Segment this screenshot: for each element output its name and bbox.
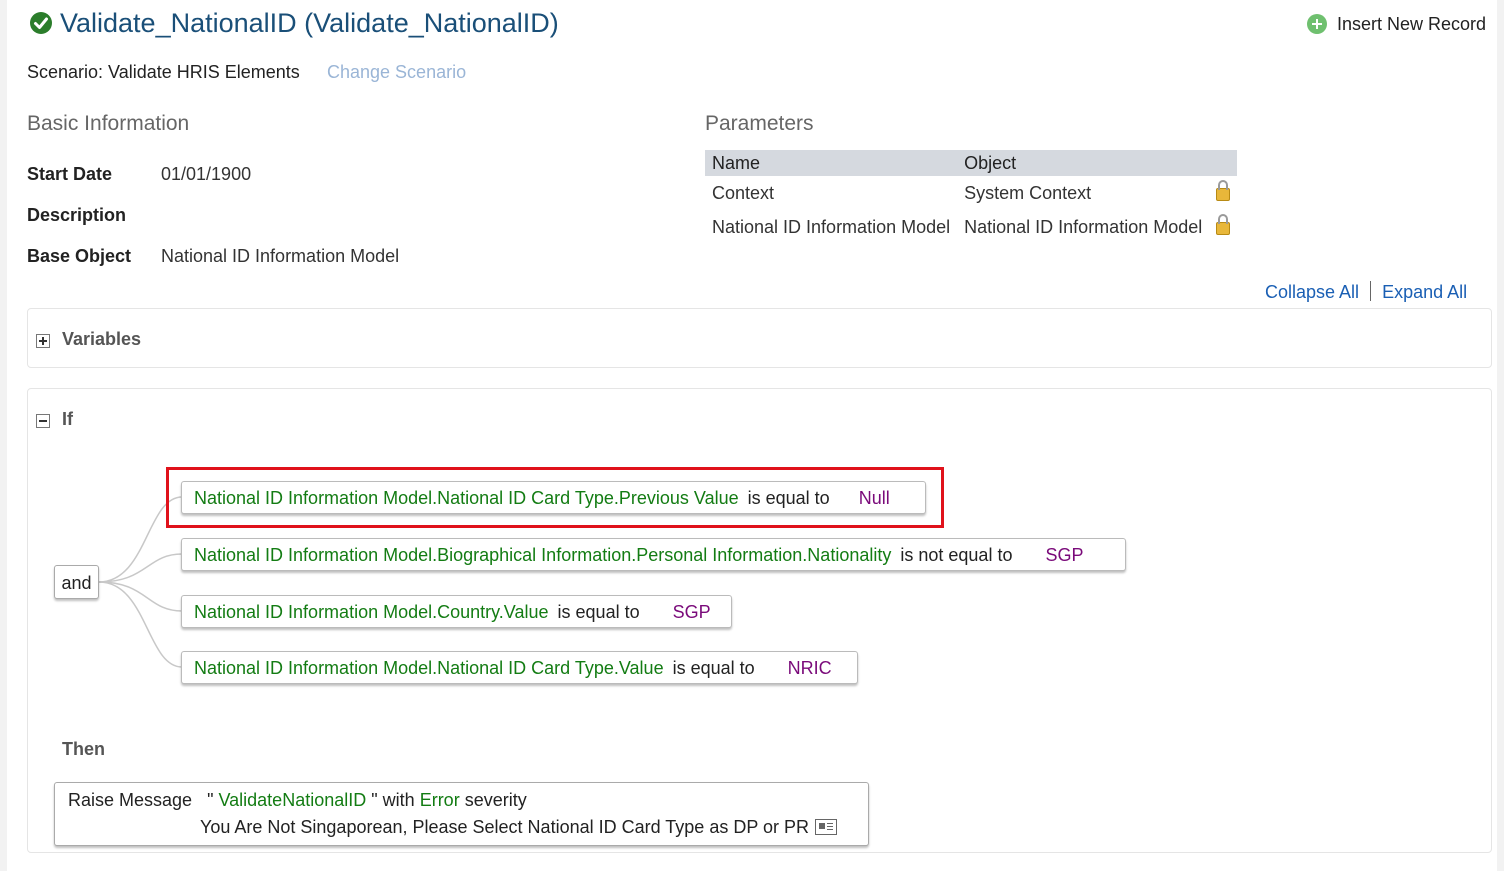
then-title: Then xyxy=(62,739,105,759)
quote-open: " xyxy=(207,790,214,810)
condition-row[interactable]: National ID Information Model.Country.Va… xyxy=(181,595,732,628)
condition-operator[interactable]: is equal to xyxy=(673,658,755,678)
highlight-box xyxy=(166,467,944,528)
rule-page: Validate_NationalID (Validate_NationalID… xyxy=(7,0,1497,871)
severity-value[interactable]: Error xyxy=(420,790,460,810)
action-label[interactable]: Raise Message xyxy=(68,790,192,810)
condition-operator[interactable]: is not equal to xyxy=(900,545,1012,565)
action-line-1: Raise Message " ValidateNationalID " wit… xyxy=(68,790,527,811)
condition-field[interactable]: National ID Information Model.Biographic… xyxy=(194,545,891,565)
condition-value[interactable]: SGP xyxy=(673,602,711,622)
raise-message-action[interactable]: Raise Message " ValidateNationalID " wit… xyxy=(54,782,869,846)
and-operator[interactable]: and xyxy=(54,565,99,599)
message-details-icon[interactable] xyxy=(815,819,838,835)
message-id[interactable]: ValidateNationalID xyxy=(218,790,366,810)
severity-text: severity xyxy=(464,790,527,810)
condition-field[interactable]: National ID Information Model.Country.Va… xyxy=(194,602,549,622)
message-text: You Are Not Singaporean, Please Select N… xyxy=(200,817,810,837)
action-line-2: You Are Not Singaporean, Please Select N… xyxy=(200,817,838,838)
with-text: " with xyxy=(371,790,415,810)
condition-row[interactable]: National ID Information Model.National I… xyxy=(181,651,858,684)
condition-operator[interactable]: is equal to xyxy=(558,602,640,622)
condition-connectors xyxy=(98,496,183,668)
condition-value[interactable]: SGP xyxy=(1045,545,1083,565)
condition-row[interactable]: National ID Information Model.Biographic… xyxy=(181,538,1126,571)
condition-value[interactable]: NRIC xyxy=(788,658,832,678)
condition-field[interactable]: National ID Information Model.National I… xyxy=(194,658,664,678)
